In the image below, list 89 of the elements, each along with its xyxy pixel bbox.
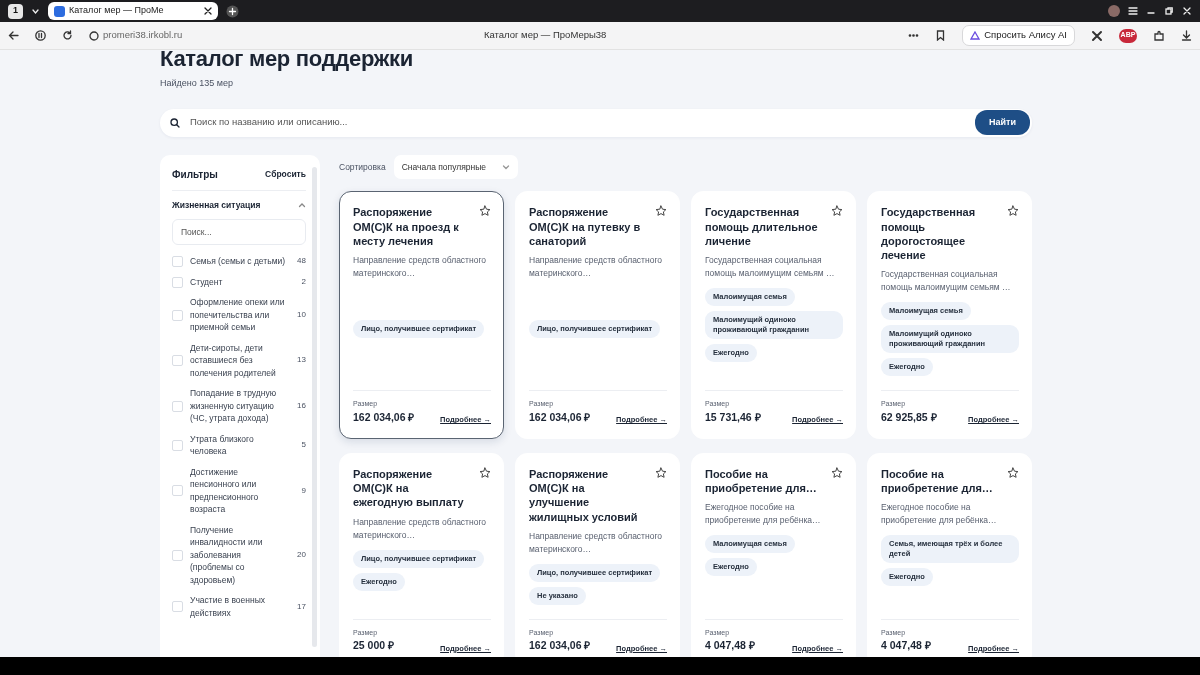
filter-option-label: Достижение пенсионного или предпенсионного возраста [190,465,260,516]
card-title: Распоряжение ОМ(С)К на улучшение жилищных условий [529,466,639,524]
chevron-down-icon [502,162,511,171]
checkbox[interactable] [172,309,183,321]
sort-label: Сортировка [339,160,386,174]
card-description: Направление средств областного материнского… [529,529,664,556]
bookmark-icon[interactable] [935,30,947,41]
star-icon[interactable] [1007,205,1019,218]
option-count: 20 [297,548,306,561]
assistant-button[interactable]: Спросить Алису AI [962,25,1075,46]
site-info-icon[interactable] [89,30,99,41]
avatar-icon[interactable] [1108,5,1120,17]
card-description: Государственная социальная помощь малоимущим семьям … [705,254,836,281]
card-description: Ежегодное пособие на приобретение для ребёнка… [881,501,998,528]
search-bar[interactable]: Поиск по названию или описанию... Найти [160,108,1032,137]
checkbox[interactable] [172,549,183,561]
star-icon[interactable] [479,466,491,479]
card-title: Пособие на приобретение для… [705,466,818,496]
checkbox[interactable] [172,601,183,613]
card-description: Государственная социальная помощь малоимущим семьям … [881,268,1012,295]
tab-count-button[interactable]: 1 [8,3,23,19]
checkbox[interactable] [172,355,183,366]
filters-title: Фильтры [172,167,218,182]
filter-option-label: Студент [190,275,224,289]
reload-icon[interactable] [62,30,73,41]
checkbox[interactable] [172,485,183,497]
tab-title: Каталог мер — ПроМе [69,4,165,18]
results-count: Найдено 135 мер [160,77,234,90]
restore-icon[interactable] [1164,6,1174,16]
card-title: Государственная помощь дорогостоящее лечение [881,205,977,263]
card-title: Распоряжение ОМ(С)К на ежегодную выплату [353,466,465,510]
card-title: Распоряжение ОМ(С)К на путевку в санаторий [529,205,642,249]
page-heading: Каталог мер поддержки [160,50,414,73]
checkbox[interactable] [172,256,183,267]
back-icon[interactable] [8,30,19,41]
filter-option-label: Участие в военных действиях [190,594,267,620]
checkbox[interactable] [172,400,183,412]
filter-search-field[interactable]: Поиск... [172,219,306,246]
amount: 62 925,85 ₽ [881,409,937,425]
address-field[interactable]: promeri38.irkobl.ru [103,28,183,43]
star-icon[interactable] [655,205,667,218]
amount: 162 034,06 ₽ [529,409,591,425]
filter-option-label: Дети-сироты, дети оставшиеся без полечения родителей [190,341,277,380]
amount: 25 000 ₽ [353,638,395,654]
favicon-icon [54,5,65,17]
filter-option-label: Получение инвалидности или заболевания (проблемы со здоровьем) [190,523,264,587]
download-icon[interactable] [1181,30,1192,41]
close-icon[interactable] [204,7,212,15]
card-description: Направление средств областного материнского… [353,254,488,281]
amount: 15 731,46 ₽ [705,409,761,425]
option-count: 10 [297,308,306,321]
new-tab-icon[interactable] [226,4,239,18]
checkbox[interactable] [172,276,183,288]
star-icon[interactable] [831,205,843,218]
browser-tab[interactable]: Каталог мер — ПроМе [48,2,218,20]
reset-link[interactable]: Сбросить [265,167,306,181]
search-icon [170,117,180,128]
search-button[interactable]: Найти [975,109,1030,136]
page-title: Каталог мер — ПроМеры38 [483,28,607,43]
card-title: Распоряжение ОМ(С)К на проезд к месту лечения [353,205,460,249]
filter-option-label: Оформление опеки или попечительства или приемной семьи [190,296,286,334]
option-count: 16 [297,399,306,412]
filter-option-label: Семья (семьи с детьми) [190,255,286,268]
card-title: Пособие на приобретение для… [881,466,994,496]
filter-option-label: Попадание в трудную жизненную ситуацию (ЧС, утрата дохода) [190,387,278,425]
star-icon[interactable] [831,466,843,479]
option-count: 17 [297,600,306,613]
amount: 4 047,48 ₽ [705,638,755,654]
card-description: Направление средств областного материнского… [353,515,488,542]
amount: 162 034,06 ₽ [353,409,415,425]
sort-dropdown[interactable]: Сначала популярные [393,154,519,180]
amount: 162 034,06 ₽ [529,638,591,654]
option-count: 2 [301,275,306,288]
star-icon[interactable] [1007,466,1019,479]
option-count: 48 [297,255,306,268]
scrollbar[interactable] [312,166,317,647]
option-count: 5 [301,439,306,451]
star-icon[interactable] [655,466,667,479]
option-count: 9 [301,484,306,497]
card-description: Ежегодное пособие на приобретение для ребёнка… [705,501,822,528]
option-count: 13 [297,354,306,367]
menu-icon[interactable] [1128,6,1138,16]
amount: 4 047,48 ₽ [881,638,931,654]
card-description: Направление средств областного материнского… [529,254,664,281]
checkbox[interactable] [172,439,183,451]
section-title: Жизненная ситуация [172,198,261,212]
star-icon[interactable] [479,205,491,218]
card-title: Государственная помощь длительное личение [705,205,819,249]
filter-option-label: Утрата близкого человека [190,432,255,458]
